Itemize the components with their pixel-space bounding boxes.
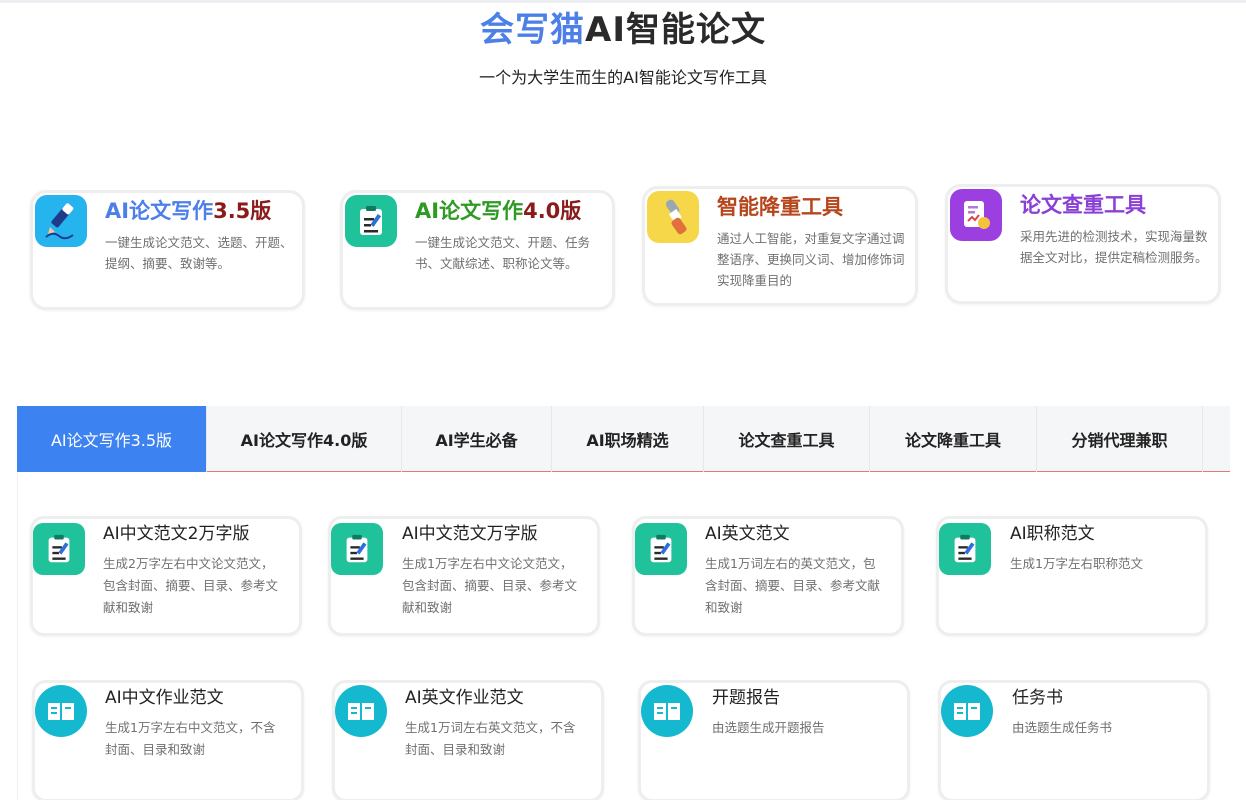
brush-icon xyxy=(647,191,699,243)
product-card[interactable]: AI职称范文 生成1万字左右职称范文 xyxy=(936,516,1208,636)
tab-ai-writing-4-0[interactable]: AI论文写作4.0版 xyxy=(207,406,402,472)
open-book-icon xyxy=(335,685,387,737)
clipboard-edit-icon xyxy=(345,195,397,247)
tab-reduce-duplication[interactable]: 论文降重工具 xyxy=(870,406,1037,472)
product-title: AI英文作业范文 xyxy=(405,688,524,708)
feature-card-reduce-duplication[interactable]: 智能降重工具 通过人工智能，对重复文字通过调整语序、更换同义词、增加修饰词实现降… xyxy=(642,186,918,306)
feature-desc: 采用先进的检测技术，实现海量数据全文对比，提供定稿检测服务。 xyxy=(1020,229,1208,265)
product-card[interactable]: AI中文范文万字版 生成1万字左右中文论文范文，包含封面、摘要、目录、参考文献和… xyxy=(328,516,600,636)
open-book-icon xyxy=(641,685,693,737)
tab-student-essentials[interactable]: AI学生必备 xyxy=(402,406,552,472)
product-card[interactable]: AI中文范文2万字版 生成2万字左右中文论文范文，包含封面、摘要、目录、参考文献… xyxy=(30,516,302,636)
product-card[interactable]: AI英文范文 生成1万词左右的英文范文，包含封面、摘要、目录、参考文献和致谢 xyxy=(632,516,904,636)
open-book-icon xyxy=(941,685,993,737)
product-desc: 生成1万字左右中文论文范文，包含封面、摘要、目录、参考文献和致谢 xyxy=(402,556,578,615)
page-title: 会写猫AI智能论文 xyxy=(0,2,1246,51)
tab-plagiarism-check[interactable]: 论文查重工具 xyxy=(704,406,870,472)
feature-title: 智能降重工具 xyxy=(717,195,843,219)
product-desc: 生成1万词左右的英文范文，包含封面、摘要、目录、参考文献和致谢 xyxy=(705,556,881,615)
product-card[interactable]: 开题报告 由选题生成开题报告 xyxy=(638,680,910,800)
page-subtitle: 一个为大学生而生的AI智能论文写作工具 xyxy=(479,68,767,87)
report-check-icon xyxy=(950,189,1002,241)
product-title: 任务书 xyxy=(1012,688,1063,708)
clipboard-edit-icon xyxy=(331,523,383,575)
feature-card-ai-writing-3-5[interactable]: AI论文写作3.5版 一键生成论文范文、选题、开题、提纲、摘要、致谢等。 xyxy=(30,190,305,310)
product-desc: 生成1万词左右英文范文，不含封面、目录和致谢 xyxy=(405,720,576,757)
pen-writing-icon xyxy=(35,195,87,247)
feature-title: 论文查重工具 xyxy=(1020,193,1146,217)
feature-card-plagiarism-check[interactable]: 论文查重工具 采用先进的检测技术，实现海量数据全文对比，提供定稿检测服务。 xyxy=(945,184,1221,304)
product-desc: 生成2万字左右中文论文范文，包含封面、摘要、目录、参考文献和致谢 xyxy=(103,556,279,615)
tab-workplace-picks[interactable]: AI职场精选 xyxy=(552,406,704,472)
brand-name: 会写猫 xyxy=(480,10,586,50)
product-title: AI英文范文 xyxy=(705,524,790,544)
category-tab-bar: AI论文写作3.5版 AI论文写作4.0版 AI学生必备 AI职场精选 论文查重… xyxy=(17,406,1230,472)
product-card[interactable]: AI中文作业范文 生成1万字左右中文范文，不含封面、目录和致谢 xyxy=(32,680,304,800)
product-desc: 生成1万字左右职称范文 xyxy=(1010,556,1143,571)
product-title: 开题报告 xyxy=(712,688,780,708)
product-desc: 由选题生成开题报告 xyxy=(712,720,825,735)
clipboard-edit-icon xyxy=(939,523,991,575)
product-desc: 生成1万字左右中文范文，不含封面、目录和致谢 xyxy=(105,720,276,757)
product-title: AI中文范文2万字版 xyxy=(103,524,250,544)
product-title: AI职称范文 xyxy=(1010,524,1095,544)
feature-title: AI论文写作3.5版 xyxy=(105,199,272,223)
product-desc: 由选题生成任务书 xyxy=(1012,720,1113,735)
tab-ai-writing-3-5[interactable]: AI论文写作3.5版 xyxy=(17,406,207,472)
clipboard-edit-icon xyxy=(33,523,85,575)
title-rest: AI智能论文 xyxy=(585,10,766,50)
feature-desc: 一键生成论文范文、选题、开题、提纲、摘要、致谢等。 xyxy=(105,235,293,271)
tab-agent-parttime[interactable]: 分销代理兼职 xyxy=(1037,406,1203,472)
feature-title: AI论文写作4.0版 xyxy=(415,199,582,223)
clipboard-edit-icon xyxy=(635,523,687,575)
feature-desc: 通过人工智能，对重复文字通过调整语序、更换同义词、增加修饰词实现降重目的 xyxy=(717,231,905,288)
product-title: AI中文范文万字版 xyxy=(402,524,538,544)
product-card[interactable]: 任务书 由选题生成任务书 xyxy=(938,680,1210,800)
product-title: AI中文作业范文 xyxy=(105,688,224,708)
feature-desc: 一键生成论文范文、开题、任务书、文献综述、职称论文等。 xyxy=(415,235,591,271)
feature-card-ai-writing-4-0[interactable]: AI论文写作4.0版 一键生成论文范文、开题、任务书、文献综述、职称论文等。 xyxy=(340,190,615,310)
product-card[interactable]: AI英文作业范文 生成1万词左右英文范文，不含封面、目录和致谢 xyxy=(332,680,604,800)
open-book-icon xyxy=(35,685,87,737)
